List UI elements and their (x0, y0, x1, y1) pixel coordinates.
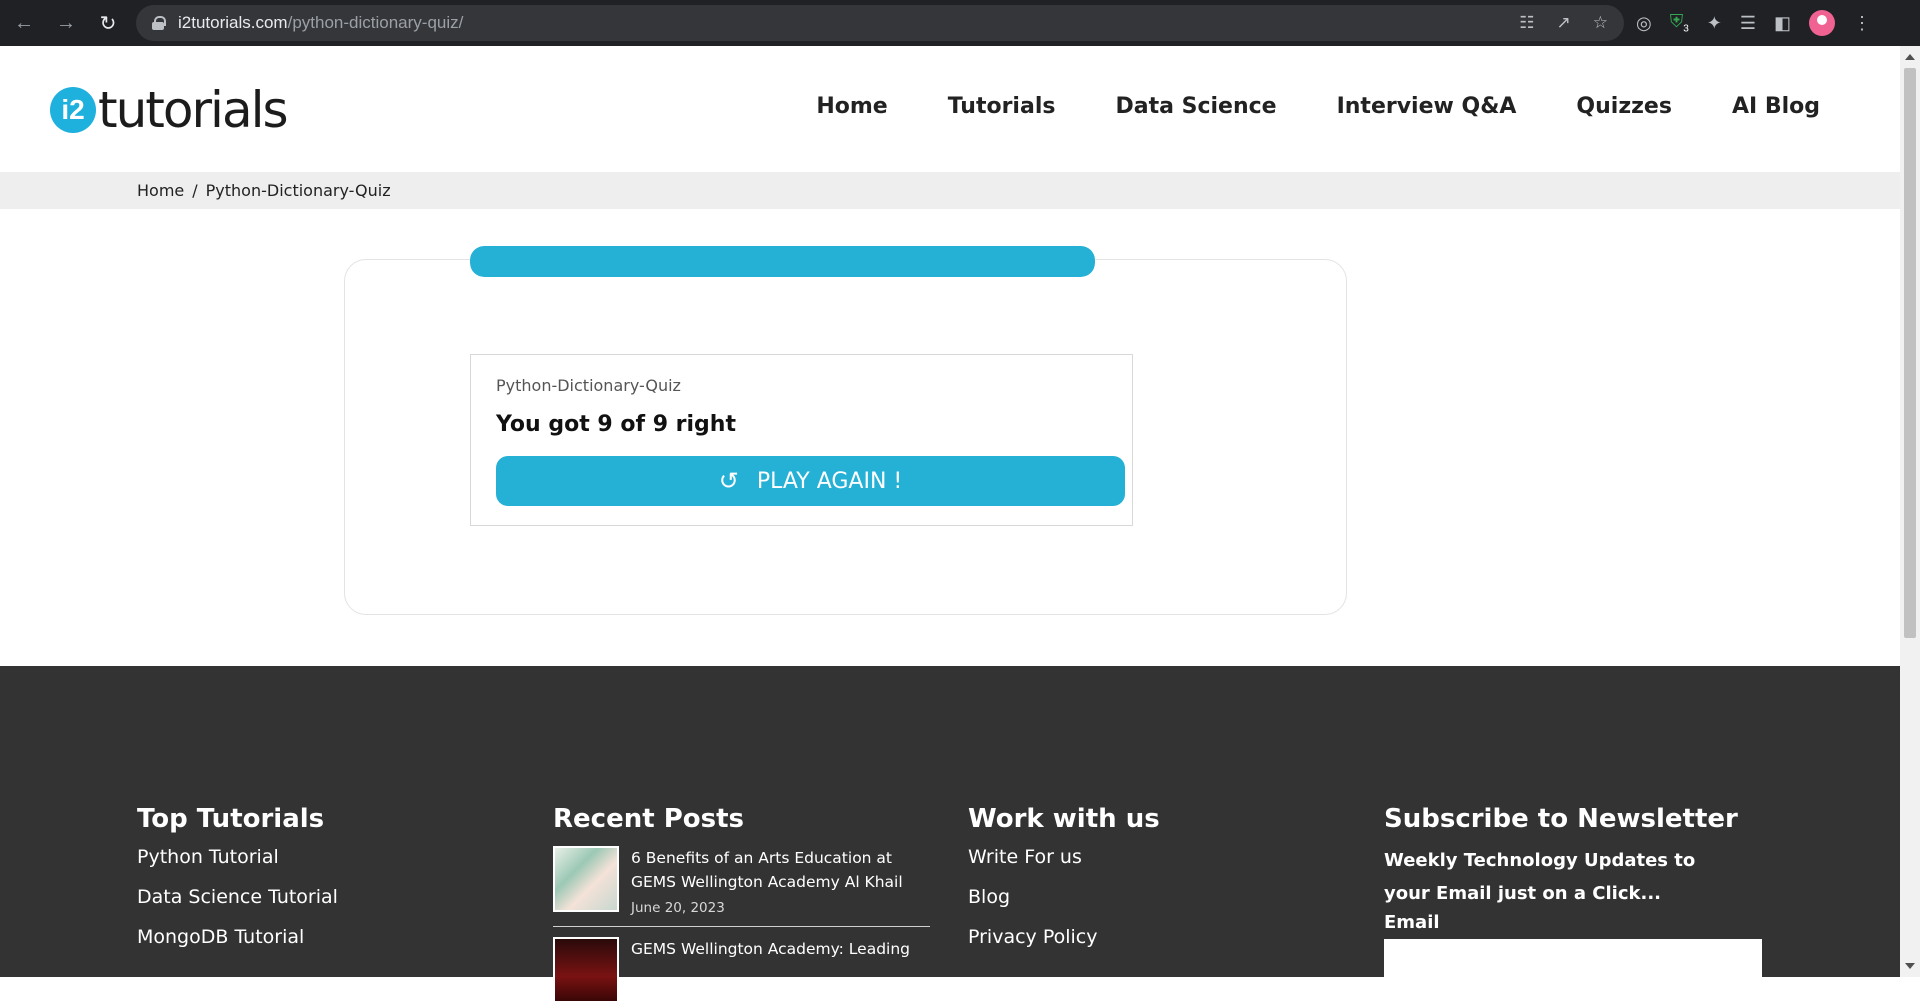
profile-avatar[interactable] (1809, 10, 1836, 36)
play-again-button[interactable]: ↺ PLAY AGAIN ! (496, 456, 1125, 506)
nav-interview-qa[interactable]: Interview Q&A (1337, 94, 1517, 119)
menu-kebab-icon[interactable]: ⋮ (1853, 13, 1871, 34)
footer-heading-work-with-us: Work with us (968, 804, 1160, 834)
shield-extension-icon[interactable]: ⛨3 (1670, 11, 1689, 35)
post-title[interactable]: GEMS Wellington Academy: Leading (631, 937, 910, 961)
nav-data-science[interactable]: Data Science (1115, 94, 1276, 119)
lock-icon[interactable] (152, 16, 166, 30)
nav-tutorials[interactable]: Tutorials (948, 94, 1056, 119)
recent-post-item[interactable]: GEMS Wellington Academy: Leading (553, 937, 930, 1003)
url-text[interactable]: i2tutorials.com/python-dictionary-quiz/ (178, 13, 463, 33)
scroll-up-arrow-icon[interactable] (1905, 54, 1915, 60)
translate-icon[interactable]: ☷ (1519, 13, 1534, 33)
breadcrumb-separator: / (192, 181, 198, 200)
site-header: i2 tutorials Home Tutorials Data Science… (0, 46, 1900, 172)
footer-link-data-science-tutorial[interactable]: Data Science Tutorial (137, 886, 497, 908)
footer-heading-newsletter: Subscribe to Newsletter (1384, 804, 1738, 834)
quiz-name: Python-Dictionary-Quiz (496, 376, 681, 395)
footer-link-write-for-us[interactable]: Write For us (968, 846, 1328, 868)
side-panel-icon[interactable]: ◧ (1774, 13, 1791, 34)
browser-toolbar: ← → ↻ i2tutorials.com/python-dictionary-… (0, 0, 1920, 46)
extension-badge: 3 (1683, 23, 1689, 35)
quiz-result-box: Python-Dictionary-Quiz You got 9 of 9 ri… (470, 354, 1133, 526)
footer-heading-top-tutorials: Top Tutorials (137, 804, 325, 834)
logo-mark: i2 (50, 87, 96, 133)
footer-top-tutorials: Top Tutorials Python Tutorial Data Scien… (137, 804, 497, 966)
post-thumbnail-image[interactable] (553, 846, 619, 912)
footer-link-privacy-policy[interactable]: Privacy Policy (968, 926, 1328, 948)
play-again-label: PLAY AGAIN ! (756, 468, 903, 494)
breadcrumb: Home / Python-Dictionary-Quiz (137, 181, 391, 200)
footer-link-blog[interactable]: Blog (968, 886, 1328, 908)
scroll-down-arrow-icon[interactable] (1905, 963, 1915, 969)
recent-post-item[interactable]: 6 Benefits of an Arts Education at GEMS … (553, 846, 930, 916)
reload-icon[interactable]: ↻ (90, 5, 126, 41)
page-scrollbar[interactable] (1900, 46, 1920, 977)
quiz-progress-bar (470, 246, 1095, 277)
url-host: i2tutorials.com (178, 13, 288, 32)
forward-icon[interactable]: → (48, 5, 84, 41)
footer-work-with-us: Work with us Write For us Blog Privacy P… (968, 804, 1328, 966)
share-icon[interactable]: ↗ (1557, 13, 1571, 33)
newsletter-description: Weekly Technology Updates to your Email … (1384, 850, 1696, 904)
footer-newsletter: Subscribe to Newsletter Weekly Technolog… (1384, 804, 1762, 979)
breadcrumb-home[interactable]: Home (137, 181, 184, 200)
url-path: /python-dictionary-quiz/ (287, 13, 464, 32)
footer-heading-recent-posts: Recent Posts (553, 804, 744, 834)
bookmark-star-icon[interactable]: ☆ (1593, 13, 1608, 33)
nav-home[interactable]: Home (816, 94, 887, 119)
extensions-puzzle-icon[interactable]: ✦ (1707, 13, 1722, 34)
quiz-score: You got 9 of 9 right (496, 412, 736, 437)
globe-icon[interactable]: ◎ (1636, 13, 1652, 34)
back-icon[interactable]: ← (6, 5, 42, 41)
footer-link-mongodb-tutorial[interactable]: MongoDB Tutorial (137, 926, 497, 948)
scrollbar-thumb[interactable] (1904, 68, 1916, 638)
post-title[interactable]: 6 Benefits of an Arts Education at GEMS … (631, 846, 930, 894)
address-bar[interactable]: i2tutorials.com/python-dictionary-quiz/ … (136, 5, 1624, 41)
breadcrumb-current: Python-Dictionary-Quiz (205, 181, 391, 200)
site-logo[interactable]: i2 tutorials (50, 81, 289, 139)
newsletter-email-label: Email (1384, 912, 1440, 933)
nav-ai-blog[interactable]: AI Blog (1732, 94, 1820, 119)
footer-link-python-tutorial[interactable]: Python Tutorial (137, 846, 497, 868)
media-queue-icon[interactable]: ☰ (1740, 13, 1756, 34)
breadcrumb-bar: Home / Python-Dictionary-Quiz (0, 172, 1900, 209)
footer-recent-posts: Recent Posts 6 Benefits of an Arts Educa… (553, 804, 930, 1003)
newsletter-email-input[interactable] (1384, 939, 1762, 979)
nav-quizzes[interactable]: Quizzes (1576, 94, 1672, 119)
logo-text: tutorials (98, 81, 289, 139)
post-divider (553, 926, 930, 928)
quiz-progress-fill (470, 246, 1095, 277)
replay-icon: ↺ (718, 467, 739, 495)
post-thumbnail-image[interactable] (553, 937, 619, 1003)
site-footer: Top Tutorials Python Tutorial Data Scien… (0, 666, 1900, 1003)
main-nav: Home Tutorials Data Science Interview Q&… (816, 94, 1820, 119)
post-date: June 20, 2023 (631, 900, 725, 917)
